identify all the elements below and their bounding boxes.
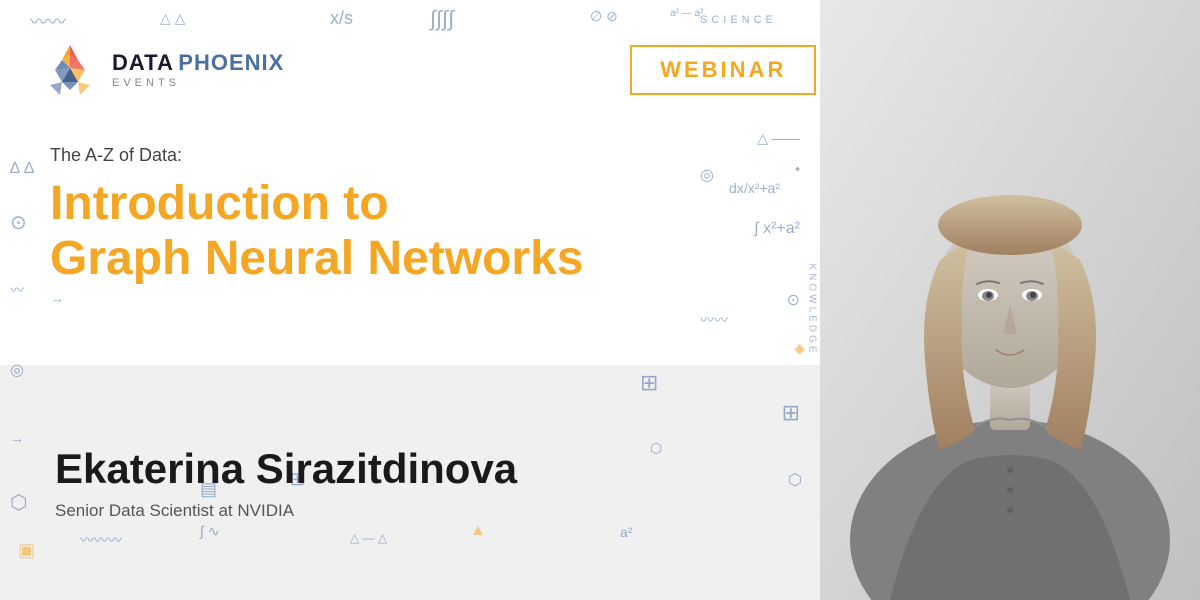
page-container: 〰〰 △ △ x/s ∫∫∫∫ ∅ ⊘ a² — a² SCIENCE 〰〰〰 … [0, 0, 1200, 600]
deco-arrow-mid: → [50, 290, 64, 306]
speaker-name: Ekaterina Sirazitdinova [55, 445, 750, 493]
deco-wave-left: 〰 [10, 280, 24, 300]
title-line-2: Graph Neural Networks [50, 231, 800, 286]
subtitle: The A-Z of Data: [50, 145, 800, 166]
title-line-1: Introduction to [50, 176, 800, 231]
logo-area: DATA PHOENIX EVENTS [40, 40, 284, 100]
speaker-section: Ekaterina Sirazitdinova Senior Data Scie… [0, 365, 750, 600]
webinar-badge: WEBINAR [630, 45, 816, 95]
deco-wave-mid: 〰〰 [700, 310, 728, 330]
deco-left-1: ∆ ∆ [10, 160, 34, 178]
knowledge-text: KNOWLEDGE [807, 263, 818, 355]
title-area: The A-Z of Data: Introduction to Graph N… [50, 145, 800, 286]
logo-events-label: EVENTS [112, 77, 284, 90]
logo-text: DATA PHOENIX EVENTS [112, 50, 284, 91]
phoenix-logo-icon [40, 40, 100, 100]
main-title: Introduction to Graph Neural Networks [50, 176, 800, 286]
photo-area [820, 0, 1200, 600]
speaker-photo [820, 0, 1200, 600]
deco-circle-left: ⊙ [10, 210, 27, 235]
logo-data-label: DATA PHOENIX [112, 50, 284, 76]
deco-circle-r: ⊙ [787, 290, 800, 310]
deco-diamond-or: ◆ [794, 340, 805, 357]
speaker-role: Senior Data Scientist at NVIDIA [55, 501, 750, 521]
